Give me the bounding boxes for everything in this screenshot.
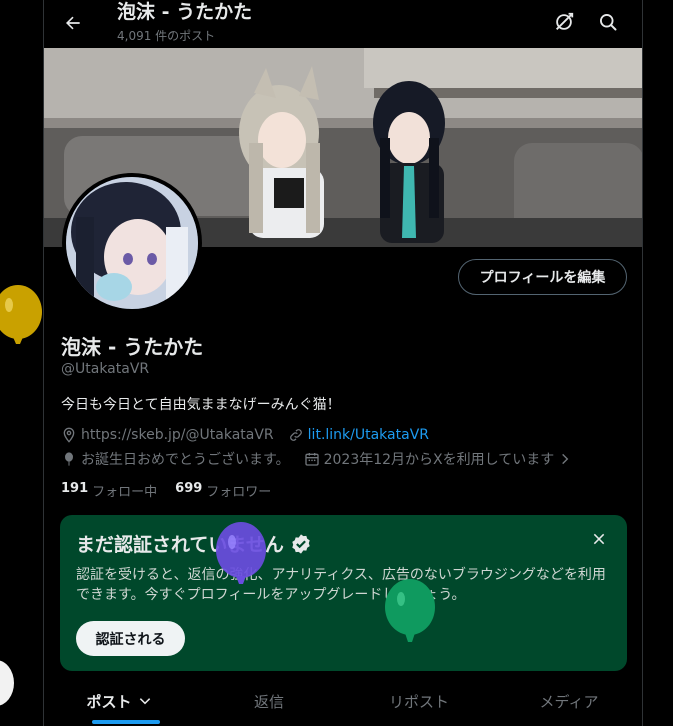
subscribe-icon [556, 12, 574, 30]
verification-body: 認証を受けると、返信の強化、アナリティクス、広告のないブラウジングなどを利用でき… [76, 567, 606, 603]
close-icon [593, 533, 605, 545]
profile-tabs: ポスト 返信 リポスト メディア [44, 676, 642, 726]
location-item: https://skeb.jp/@UtakataVR [61, 427, 274, 443]
tab-replies[interactable]: 返信 [194, 676, 344, 726]
verification-title: まだ認証されていません [76, 530, 312, 557]
link-item[interactable]: lit.link/UtakataVR [288, 427, 429, 443]
back-button[interactable] [56, 6, 90, 40]
search-icon [600, 14, 617, 31]
following-count[interactable]: 191 [61, 481, 88, 500]
joined-item[interactable]: 2023年12月からXを利用しています [304, 449, 577, 469]
back-arrow-icon [66, 16, 80, 30]
profile-meta-row-2: お誕生日おめでとうございます。 2023年12月からXを利用しています [61, 449, 590, 469]
floating-circle-button[interactable] [0, 660, 14, 706]
tab-posts[interactable]: ポスト [44, 676, 194, 726]
balloon-green-icon [384, 575, 440, 651]
search-button[interactable] [592, 6, 624, 38]
followers-label[interactable]: フォロワー [206, 481, 271, 500]
subscribe-button[interactable] [548, 6, 580, 38]
profile-bio: 今日も今日とて自由気ままなげーみんぐ猫！ [61, 397, 341, 413]
tab-posts-label: ポスト [86, 692, 132, 711]
tab-reposts[interactable]: リポスト [344, 676, 494, 726]
top-bar: 泡沫 - うたかた 4,091 件のポスト [44, 0, 642, 48]
profile-handle: @UtakataVR [61, 361, 150, 377]
active-tab-indicator [92, 720, 160, 724]
profile-meta-row-1: https://skeb.jp/@UtakataVR lit.link/Utak… [61, 427, 443, 443]
verified-badge-icon [292, 533, 310, 554]
avatar-image [66, 177, 198, 309]
post-count: 4,091 件のポスト [117, 29, 216, 43]
following-label[interactable]: フォロー中 [92, 481, 157, 500]
edit-profile-button[interactable]: プロフィールを編集 [458, 259, 627, 295]
page-title: 泡沫 - うたかた [117, 1, 253, 23]
profile-link[interactable]: lit.link/UtakataVR [308, 427, 429, 443]
tab-media[interactable]: メディア [494, 676, 642, 726]
balloon-icon [65, 452, 73, 466]
profile-name: 泡沫 - うたかた [61, 335, 204, 359]
profile-column: 泡沫 - うたかた 4,091 件のポスト プロフィールを編集 泡沫 - うたか… [43, 0, 643, 726]
location-text: https://skeb.jp/@UtakataVR [81, 427, 274, 443]
chevron-down-icon [139, 698, 150, 705]
profile-avatar[interactable] [62, 173, 202, 313]
chevron-right-icon [562, 453, 569, 465]
location-icon [63, 427, 75, 443]
followers-count[interactable]: 699 [175, 481, 202, 500]
follow-stats: 191 フォロー中 699 フォロワー [61, 481, 289, 500]
birthday-text: お誕生日おめでとうございます。 [81, 452, 290, 468]
joined-text: 2023年12月からXを利用しています [323, 452, 555, 468]
link-icon [289, 429, 302, 441]
calendar-icon [304, 453, 319, 466]
verification-close-button[interactable] [589, 529, 609, 549]
balloon-yellow-icon [0, 284, 48, 360]
balloon-purple-icon [215, 520, 271, 594]
verification-card: まだ認証されていません 認証を受けると、返信の強化、アナリティクス、広告のないブ… [60, 515, 627, 671]
get-verified-button[interactable]: 認証される [76, 621, 185, 656]
birthday-item: お誕生日おめでとうございます。 [61, 449, 290, 469]
